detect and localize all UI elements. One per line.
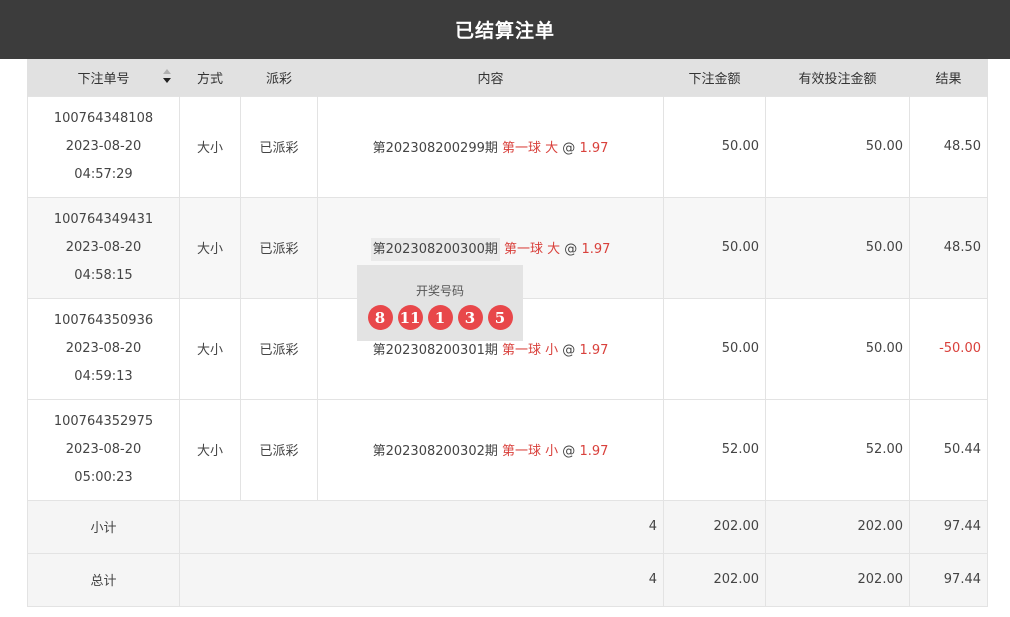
payout-cell: 已派彩 [240,95,318,198]
column-header-valid-amount: 有效投注金额 [765,59,910,96]
order-id: 100764350936 [53,312,154,328]
result-cell: -50.00 [909,297,988,400]
odds-label: 1.97 [579,343,609,358]
draw-balls: 8 11 1 3 5 [357,305,523,330]
order-date: 2023-08-20 [65,340,142,356]
total-valid-amount: 202.00 [765,552,910,607]
at-sign: @ [562,343,576,358]
content-cell: 第202308200299期 第一球 大 @ 1.97 [317,95,664,198]
subtotal-label: 小计 [27,499,180,554]
pick-label: 第一球 小 [502,343,559,358]
sort-ascending-icon[interactable] [163,69,171,74]
column-header-payout: 派彩 [240,59,318,96]
result-cell: 48.50 [909,196,988,299]
at-sign: @ [562,141,576,156]
odds-label: 1.97 [579,444,609,459]
result-cell: 50.44 [909,398,988,501]
period-label[interactable]: 第202308200301期 [373,343,498,358]
method-cell: 大小 [179,398,241,501]
order-time: 04:57:29 [74,166,133,182]
odds-label: 1.97 [579,141,609,156]
payout-cell: 已派彩 [240,196,318,299]
valid-amount-cell: 52.00 [765,398,910,501]
column-header-result: 结果 [909,59,988,96]
pick-label: 第一球 小 [502,444,559,459]
draw-ball: 1 [427,305,453,330]
page-title: 已结算注单 [0,0,1010,59]
total-result: 97.44 [909,552,988,607]
method-cell: 大小 [179,196,241,299]
method-cell: 大小 [179,297,241,400]
order-time: 04:59:13 [74,368,133,384]
column-header-order-no[interactable]: 下注单号 [27,59,180,96]
draw-ball: 3 [457,305,483,330]
total-bet-amount: 202.00 [663,552,766,607]
draw-ball: 11 [397,305,423,330]
subtotal-row: 小计 4 202.00 202.00 97.44 [27,499,988,554]
order-cell: 100764348108 2023-08-20 04:57:29 [27,95,180,198]
order-date: 2023-08-20 [65,138,142,154]
valid-amount-cell: 50.00 [765,196,910,299]
total-count: 4 [179,552,664,607]
draw-ball: 5 [487,305,513,330]
result-cell: 48.50 [909,95,988,198]
order-cell: 100764350936 2023-08-20 04:59:13 [27,297,180,400]
order-date: 2023-08-20 [65,239,142,255]
period-label-hovered[interactable]: 第202308200300期 [370,238,500,261]
column-header-method: 方式 [179,59,241,96]
subtotal-count: 4 [179,499,664,554]
tooltip-title: 开奖号码 [415,284,464,298]
bet-amount-cell: 52.00 [663,398,766,501]
column-header-bet-amount: 下注金额 [663,59,766,96]
table-row: 100764348108 2023-08-20 04:57:29 大小 已派彩 … [27,95,988,198]
order-id: 100764352975 [53,413,154,429]
subtotal-bet-amount: 202.00 [663,499,766,554]
order-cell: 100764349431 2023-08-20 04:58:15 [27,196,180,299]
pick-label: 第一球 大 [504,242,561,257]
order-id: 100764348108 [53,110,154,126]
order-date: 2023-08-20 [65,441,142,457]
column-header-order-no-label: 下注单号 [77,71,130,87]
subtotal-result: 97.44 [909,499,988,554]
total-label: 总计 [27,552,180,607]
at-sign: @ [562,444,576,459]
at-sign: @ [564,242,578,257]
order-cell: 100764352975 2023-08-20 05:00:23 [27,398,180,501]
draw-ball: 8 [367,305,393,330]
period-label[interactable]: 第202308200299期 [373,141,498,156]
valid-amount-cell: 50.00 [765,95,910,198]
sort-descending-icon[interactable] [163,78,171,83]
subtotal-valid-amount: 202.00 [765,499,910,554]
table-header-row: 下注单号 方式 派彩 内容 下注金额 有效投注金额 结果 [27,59,988,96]
payout-cell: 已派彩 [240,297,318,400]
method-cell: 大小 [179,95,241,198]
valid-amount-cell: 50.00 [765,297,910,400]
bet-amount-cell: 50.00 [663,297,766,400]
order-time: 04:58:15 [74,267,133,283]
pick-label: 第一球 大 [502,141,559,156]
odds-label: 1.97 [581,242,611,257]
bet-amount-cell: 50.00 [663,196,766,299]
sort-icon[interactable] [163,69,171,85]
order-time: 05:00:23 [74,469,133,485]
total-row: 总计 4 202.00 202.00 97.44 [27,552,988,607]
draw-numbers-tooltip: 开奖号码 8 11 1 3 5 [357,265,523,341]
table-row: 100764352975 2023-08-20 05:00:23 大小 已派彩 … [27,398,988,501]
content-cell: 第202308200302期 第一球 小 @ 1.97 [317,398,664,501]
order-id: 100764349431 [53,211,154,227]
period-label[interactable]: 第202308200302期 [373,444,498,459]
bet-amount-cell: 50.00 [663,95,766,198]
payout-cell: 已派彩 [240,398,318,501]
column-header-content: 内容 [317,59,664,96]
